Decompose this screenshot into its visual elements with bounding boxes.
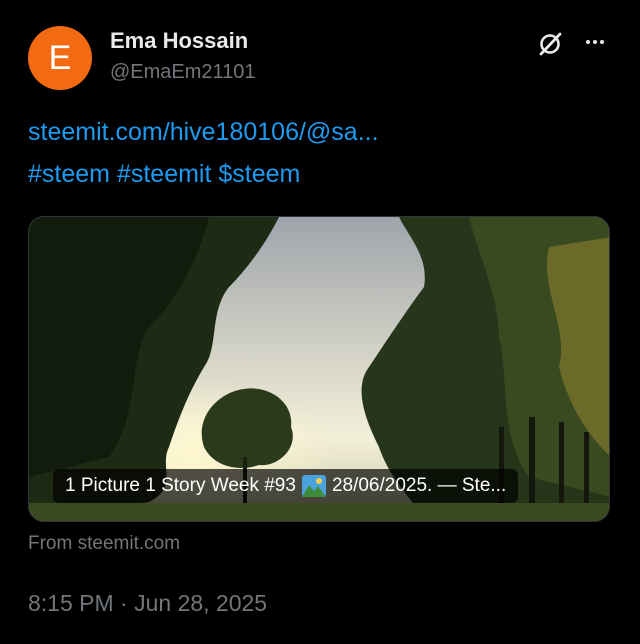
card-title-date: 28/06/2025. — Ste...: [331, 475, 507, 496]
hashtag-steem[interactable]: #steem: [28, 160, 110, 188]
post-timestamp[interactable]: 8:15 PM · Jun 28, 2025: [28, 590, 267, 617]
link-preview-card[interactable]: 1 Picture 1 Story Week #93 28/06/2025. —…: [28, 216, 610, 522]
more-dot: [600, 40, 604, 44]
hashtags: #steem #steemit $steem: [28, 160, 300, 189]
avatar[interactable]: E: [28, 26, 92, 90]
sunrise-landscape-emoji-icon: [301, 475, 326, 497]
more-icon[interactable]: [580, 30, 610, 54]
cashtag-steem[interactable]: $steem: [218, 160, 300, 188]
tweet: E Ema Hossain @EmaEm21101 steemit.com/hi…: [0, 0, 640, 644]
card-title-text: 1 Picture 1 Story Week #93: [65, 475, 296, 496]
hashtag-steemit[interactable]: #steemit: [117, 160, 211, 188]
card-title: 1 Picture 1 Story Week #93 28/06/2025. —…: [53, 469, 519, 503]
card-source: From steemit.com: [28, 533, 181, 554]
more-dot: [586, 40, 590, 44]
display-name[interactable]: Ema Hossain: [110, 28, 248, 54]
post-link[interactable]: steemit.com/hive180106/@sa...: [28, 118, 379, 147]
user-handle[interactable]: @EmaEm21101: [110, 61, 256, 84]
more-dot: [593, 40, 597, 44]
grok-icon[interactable]: [536, 30, 564, 58]
